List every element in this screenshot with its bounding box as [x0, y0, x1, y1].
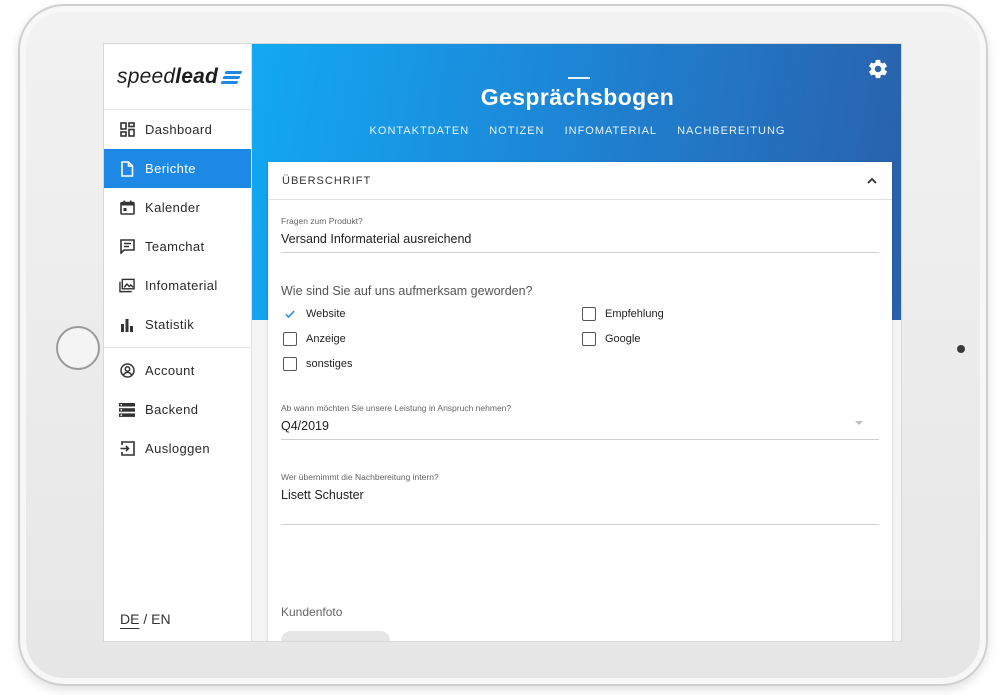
logo-text: speedlead	[117, 64, 219, 88]
card-header[interactable]: ÜBERSCHRIFT	[268, 162, 892, 200]
checkbox-label: sonstiges	[306, 358, 353, 370]
tab-infomaterial[interactable]: INFOMATERIAL	[565, 125, 657, 137]
sidebar-item-label: Backend	[145, 402, 199, 417]
field-label: Fragen zum Produkt?	[281, 216, 363, 226]
checkbox-empfehlung[interactable]: Empfehlung	[582, 307, 664, 321]
checkbox-unchecked-icon	[283, 332, 297, 346]
form-card: ÜBERSCHRIFT Fragen zum Produkt? Versand …	[268, 162, 892, 641]
page-title: Gesprächsbogen	[480, 84, 675, 110]
logo[interactable]: speedlead	[104, 44, 251, 110]
bar-chart-icon	[119, 317, 135, 333]
sidebar-divider	[104, 347, 251, 348]
checkbox-website[interactable]: Website	[283, 307, 346, 321]
sidebar-item-label: Kalender	[145, 200, 201, 215]
product-question-field[interactable]: Fragen zum Produkt? Versand Informateria…	[281, 216, 879, 253]
backend-icon	[119, 402, 135, 418]
start-date-value[interactable]: Q4/2019	[281, 419, 879, 440]
followup-field[interactable]: Wer übernimmt die Nachbereitung intern? …	[281, 472, 879, 525]
chevron-up-icon[interactable]	[866, 175, 878, 187]
language-separator: /	[143, 611, 148, 627]
tab-notizen[interactable]: NOTIZEN	[489, 125, 544, 137]
sidebar-item-backend[interactable]: Backend	[104, 390, 251, 429]
account-icon	[119, 363, 135, 379]
product-question-input[interactable]: Versand Informaterial ausreichend	[281, 232, 879, 253]
sidebar-item-label: Ausloggen	[145, 441, 211, 456]
checkbox-anzeige[interactable]: Anzeige	[283, 332, 346, 346]
calendar-icon	[119, 200, 135, 216]
field-label: Ab wann möchten Sie unsere Leistung in A…	[281, 403, 512, 413]
checkbox-label: Google	[605, 333, 641, 345]
dashboard-icon	[119, 122, 135, 138]
checkbox-unchecked-icon	[582, 332, 596, 346]
sidebar-item-infomaterial[interactable]: Infomaterial	[104, 266, 251, 305]
followup-input[interactable]: Lisett Schuster	[281, 488, 879, 525]
photo-upload-button[interactable]	[281, 631, 390, 641]
home-button[interactable]	[56, 326, 100, 370]
field-label: Wer übernimmt die Nachbereitung intern?	[281, 472, 439, 482]
document-icon	[119, 160, 135, 177]
sidebar-item-berichte[interactable]: Berichte	[104, 149, 251, 188]
photo-library-icon	[119, 278, 135, 294]
source-question: Wie sind Sie auf uns aufmerksam geworden…	[281, 284, 533, 298]
camera-icon	[957, 345, 965, 353]
sidebar-item-label: Berichte	[145, 161, 196, 176]
checkbox-sonstiges[interactable]: sonstiges	[283, 357, 352, 371]
language-de[interactable]: DE	[120, 611, 139, 627]
start-date-select[interactable]: Ab wann möchten Sie unsere Leistung in A…	[281, 403, 879, 440]
sidebar-item-dashboard[interactable]: Dashboard	[104, 110, 251, 149]
checkbox-unchecked-icon	[582, 307, 596, 321]
sidebar-item-teamchat[interactable]: Teamchat	[104, 227, 251, 266]
tab-bar: KONTAKTDATEN NOTIZEN INFOMATERIAL NACHBE…	[252, 125, 901, 137]
header-accent-bar	[568, 77, 590, 79]
sidebar-item-label: Account	[145, 363, 195, 378]
checkbox-google[interactable]: Google	[582, 332, 640, 346]
sidebar-item-label: Teamchat	[145, 239, 205, 254]
card-heading: ÜBERSCHRIFT	[282, 174, 372, 187]
gear-icon[interactable]	[867, 58, 889, 80]
checkbox-label: Website	[306, 308, 346, 320]
app-screen: speedlead Dashboard Berichte Kalender Te…	[103, 43, 902, 642]
sidebar-item-account[interactable]: Account	[104, 351, 251, 390]
logout-icon	[119, 441, 135, 457]
checkbox-unchecked-icon	[283, 357, 297, 371]
sidebar-item-label: Dashboard	[145, 122, 213, 137]
dropdown-arrow-icon[interactable]	[855, 421, 863, 425]
sidebar-item-statistik[interactable]: Statistik	[104, 305, 251, 344]
photo-label: Kundenfoto	[281, 605, 343, 619]
sidebar-item-label: Statistik	[145, 317, 195, 332]
checkbox-label: Anzeige	[306, 333, 346, 345]
sidebar-item-kalender[interactable]: Kalender	[104, 188, 251, 227]
language-switcher: DE / EN	[120, 611, 171, 627]
tab-kontaktdaten[interactable]: KONTAKTDATEN	[370, 125, 470, 137]
sidebar-item-label: Infomaterial	[145, 278, 218, 293]
checkbox-label: Empfehlung	[605, 308, 664, 320]
tab-nachbereitung[interactable]: NACHBEREITUNG	[677, 125, 785, 137]
sidebar: speedlead Dashboard Berichte Kalender Te…	[104, 44, 252, 641]
chat-icon	[119, 239, 135, 255]
checkbox-checked-icon	[283, 307, 297, 321]
language-en[interactable]: EN	[151, 611, 170, 627]
sidebar-item-ausloggen[interactable]: Ausloggen	[104, 429, 251, 468]
logo-mark-icon	[220, 70, 243, 84]
